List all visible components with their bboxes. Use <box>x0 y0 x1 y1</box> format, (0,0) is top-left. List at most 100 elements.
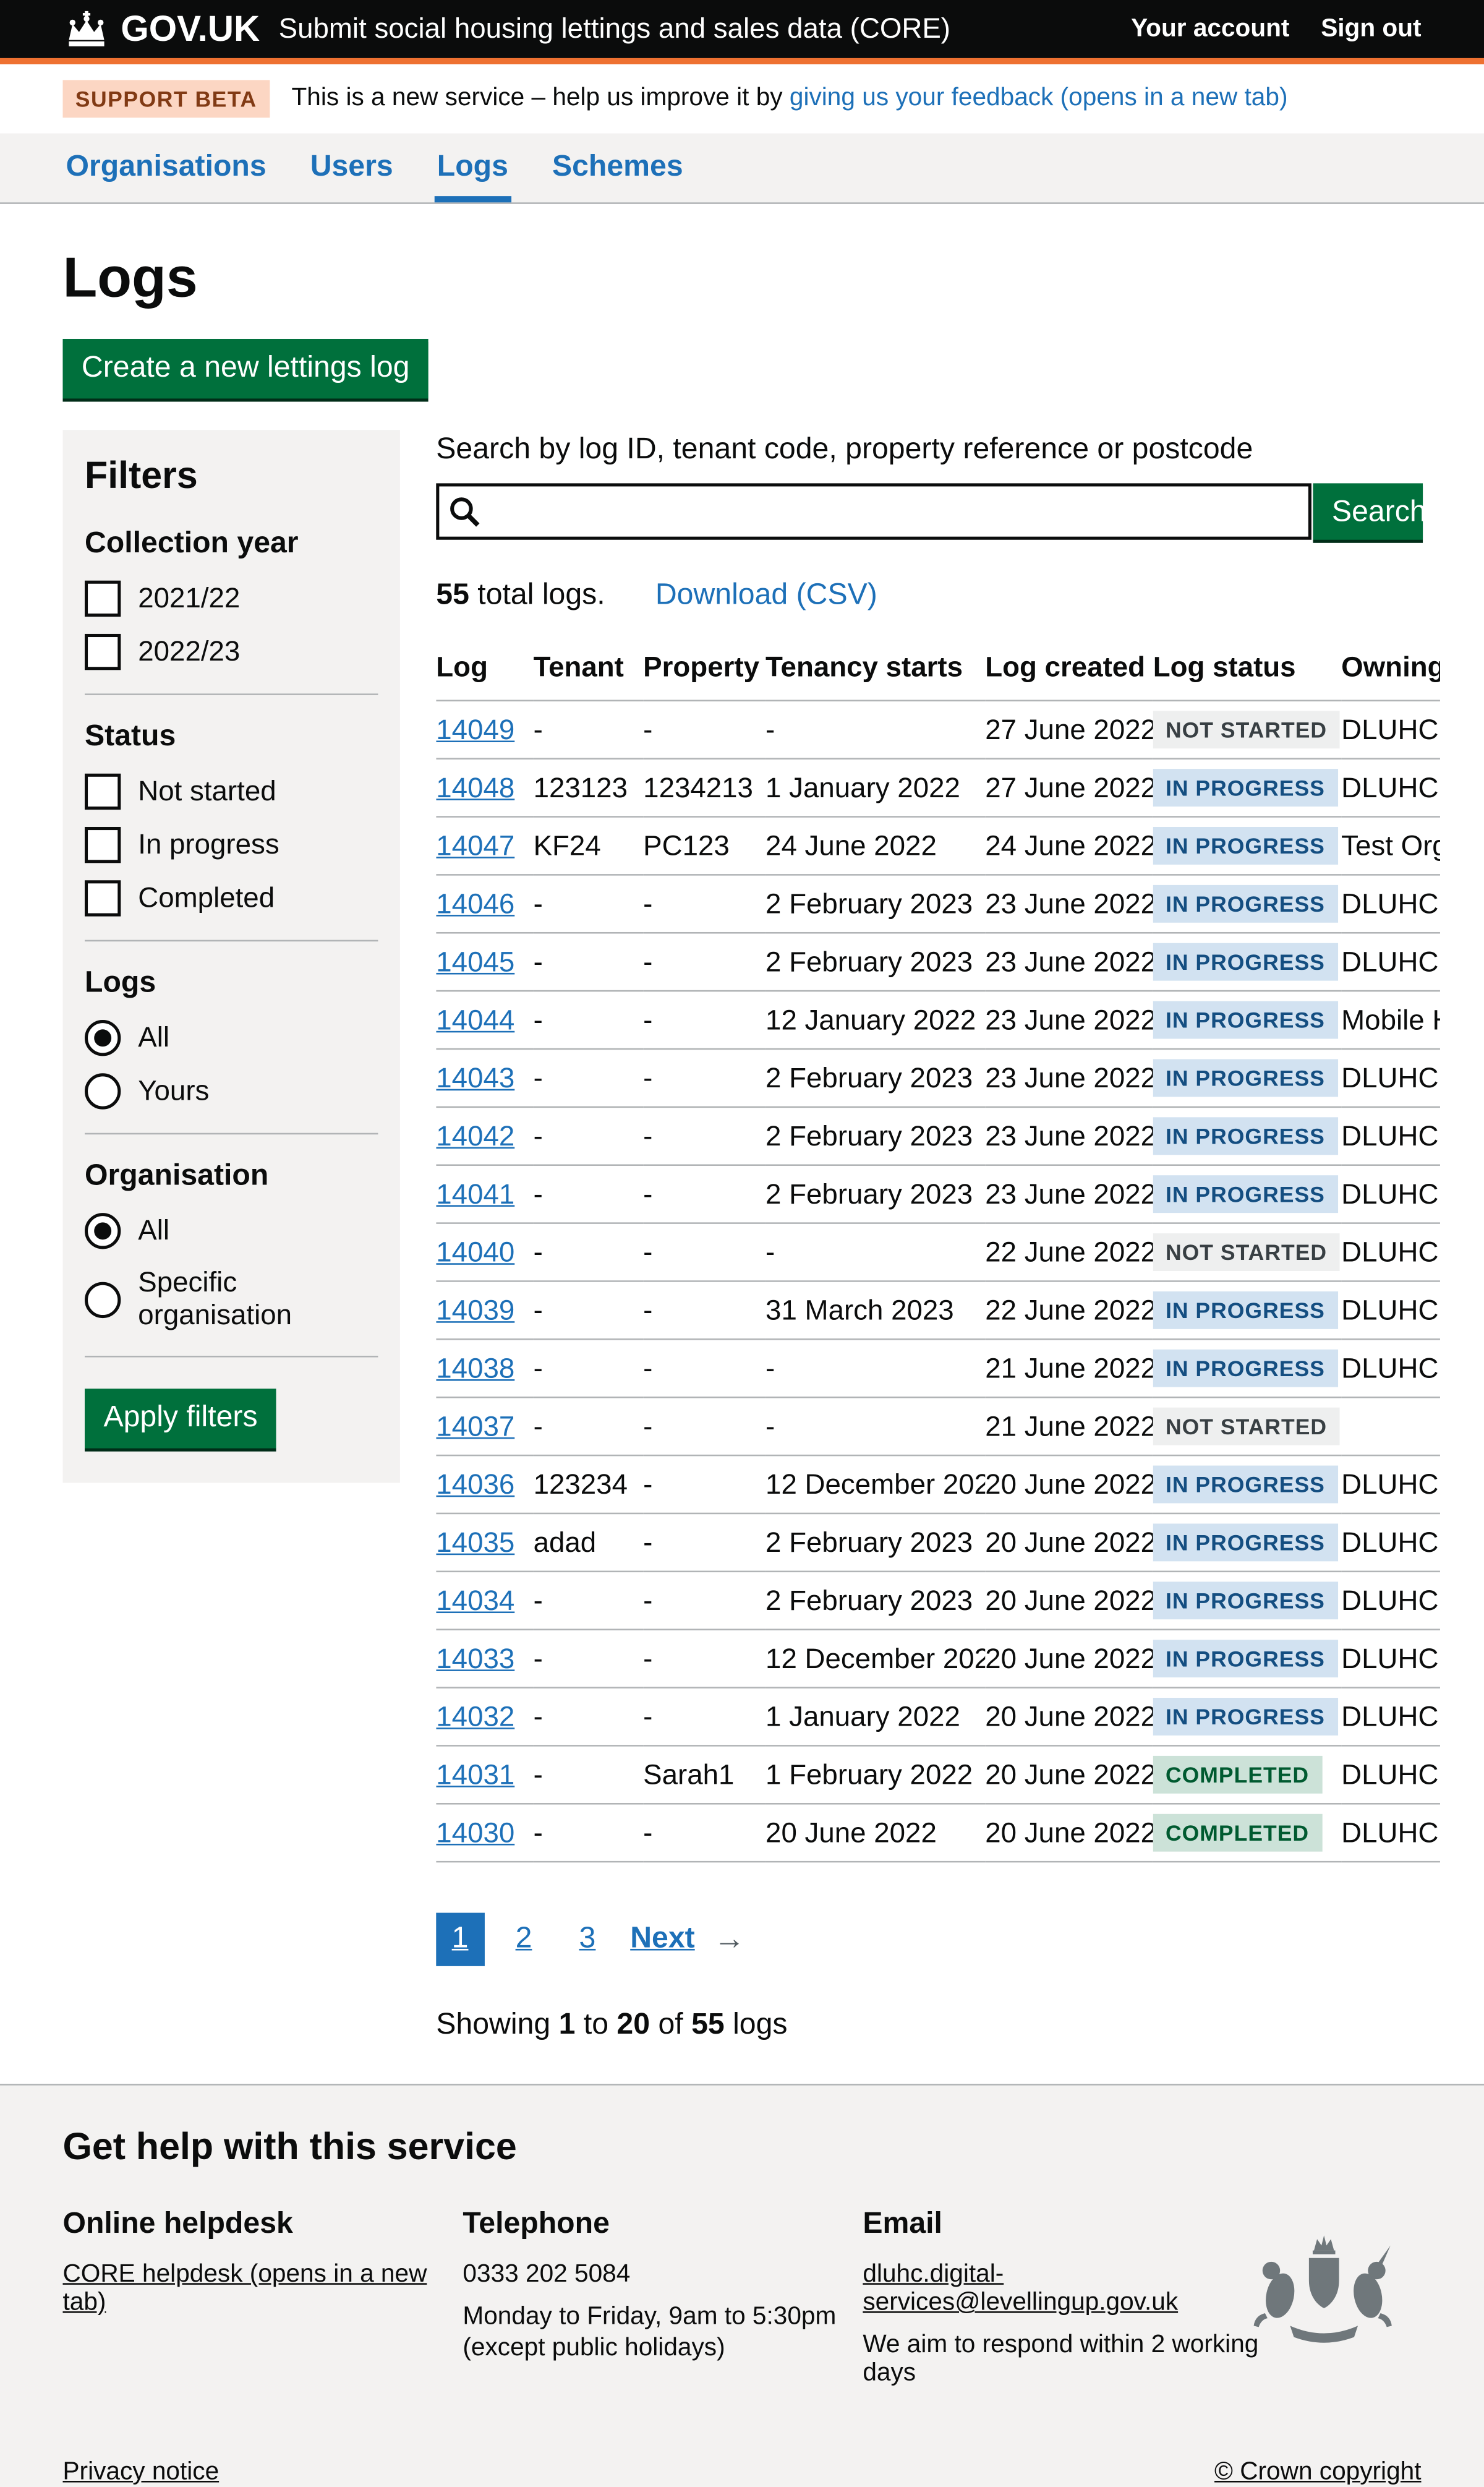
tab-users[interactable]: Users <box>307 134 396 203</box>
log-link[interactable]: 14037 <box>436 1410 514 1441</box>
telephone-note: (except public holidays) <box>463 2335 863 2363</box>
log-link[interactable]: 14032 <box>436 1700 514 1732</box>
cell-tenancy-starts: 2 February 2023 <box>765 1107 985 1165</box>
log-link[interactable]: 14035 <box>436 1526 514 1557</box>
log-link[interactable]: 14042 <box>436 1119 514 1151</box>
cell-tenancy-starts: 12 December 2021 <box>765 1630 985 1688</box>
checkbox-control[interactable] <box>85 581 121 617</box>
checkbox-status-completed[interactable]: Completed <box>85 880 378 916</box>
option-label: All <box>138 1022 169 1055</box>
phase-banner-text: This is a new service – help us improve … <box>291 85 1287 113</box>
checkbox-status-in-progress[interactable]: In progress <box>85 827 378 863</box>
feedback-link[interactable]: giving us your feedback (opens in a new … <box>790 85 1288 111</box>
pagination-page-1[interactable]: 1 <box>436 1913 484 1966</box>
cell-log-created: 27 June 2022 <box>985 759 1153 817</box>
pagination-page-3[interactable]: 3 <box>563 1913 612 1966</box>
log-link[interactable]: 14036 <box>436 1468 514 1499</box>
beta-tag: SUPPORT BETA <box>62 80 269 118</box>
tab-schemes[interactable]: Schemes <box>549 134 686 203</box>
log-link[interactable]: 14043 <box>436 1061 514 1093</box>
privacy-notice-link[interactable]: Privacy notice <box>62 2459 219 2487</box>
status-badge: IN PROGRESS <box>1153 1117 1337 1155</box>
log-link[interactable]: 14040 <box>436 1236 514 1267</box>
radio-organisation-specific-organisation[interactable]: Specific organisation <box>85 1266 378 1332</box>
column-header-log-created: Log created <box>985 639 1153 701</box>
radio-control[interactable] <box>85 1281 121 1317</box>
govuk-logo[interactable]: GOV.UK <box>62 8 260 50</box>
pagination-pages: 123 <box>436 1913 611 1966</box>
radio-control[interactable] <box>85 1213 121 1249</box>
table-row: 14046--2 February 202323 June 2022IN PRO… <box>436 875 1440 933</box>
download-csv-link[interactable]: Download (CSV) <box>655 579 877 612</box>
radio-organisation-all[interactable]: All <box>85 1213 378 1249</box>
main-content: Logs Create a new lettings log Filters C… <box>0 245 1484 2043</box>
log-link[interactable]: 14038 <box>436 1352 514 1384</box>
radio-logs-yours[interactable]: Yours <box>85 1073 378 1109</box>
checkbox-collection-year-2022-23[interactable]: 2022/23 <box>85 634 378 670</box>
log-link[interactable]: 14045 <box>436 946 514 977</box>
cell-log-created: 20 June 2022 <box>985 1804 1153 1862</box>
create-lettings-log-button[interactable]: Create a new lettings log <box>62 339 428 398</box>
search-button[interactable]: Search <box>1313 483 1423 539</box>
status-badge: IN PROGRESS <box>1153 943 1337 981</box>
next-arrow-icon: → <box>714 1922 745 1958</box>
log-link[interactable]: 14034 <box>436 1584 514 1616</box>
option-label: In progress <box>138 829 279 862</box>
checkbox-control[interactable] <box>85 880 121 916</box>
sign-out-link[interactable]: Sign out <box>1321 15 1421 43</box>
apply-filters-button[interactable]: Apply filters <box>85 1389 276 1448</box>
checkbox-collection-year-2021-22[interactable]: 2021/22 <box>85 581 378 617</box>
log-link[interactable]: 14031 <box>436 1758 514 1790</box>
search-input[interactable] <box>436 483 1311 539</box>
cell-property: - <box>643 1223 765 1282</box>
status-badge: IN PROGRESS <box>1153 1582 1337 1619</box>
cell-log-created: 23 June 2022 <box>985 1049 1153 1107</box>
email-heading: Email <box>863 2208 1271 2243</box>
cell-tenant: - <box>534 1397 644 1455</box>
cell-owning-organisation: DLUHC <box>1341 701 1440 759</box>
log-link[interactable]: 14047 <box>436 829 514 861</box>
your-account-link[interactable]: Your account <box>1131 15 1289 43</box>
checkbox-status-not-started[interactable]: Not started <box>85 774 378 810</box>
log-link[interactable]: 14046 <box>436 888 514 919</box>
email-link[interactable]: dluhc.digital-services@levellingup.gov.u… <box>863 2261 1271 2318</box>
footer-heading: Get help with this service <box>62 2126 1421 2170</box>
log-link[interactable]: 14048 <box>436 771 514 803</box>
filter-group-logs: LogsAllYours <box>85 967 378 1110</box>
filter-group-label: Collection year <box>85 527 378 562</box>
checkbox-control[interactable] <box>85 827 121 863</box>
status-badge: IN PROGRESS <box>1153 827 1337 865</box>
cell-tenancy-starts: 1 January 2022 <box>765 759 985 817</box>
checkbox-control[interactable] <box>85 774 121 810</box>
log-link[interactable]: 14041 <box>436 1178 514 1209</box>
filter-groups: Collection year2021/222022/23StatusNot s… <box>85 527 378 1357</box>
cell-tenant: - <box>534 1107 644 1165</box>
cell-log-created: 20 June 2022 <box>985 1630 1153 1688</box>
table-row: 1404812312312342131 January 202227 June … <box>436 759 1440 817</box>
email-note: We aim to respond within 2 working days <box>863 2332 1271 2388</box>
tab-logs[interactable]: Logs <box>434 134 511 203</box>
log-link[interactable]: 14033 <box>436 1642 514 1674</box>
radio-control[interactable] <box>85 1020 121 1056</box>
pagination-page-2[interactable]: 2 <box>500 1913 548 1966</box>
crown-copyright-link[interactable]: © Crown copyright <box>1214 2459 1421 2487</box>
filter-group-organisation: OrganisationAllSpecific organisation <box>85 1160 378 1332</box>
radio-control[interactable] <box>85 1073 121 1109</box>
core-helpdesk-link[interactable]: CORE helpdesk (opens in a new tab) <box>62 2261 427 2316</box>
status-badge: NOT STARTED <box>1153 711 1340 748</box>
log-link[interactable]: 14049 <box>436 713 514 745</box>
radio-logs-all[interactable]: All <box>85 1020 378 1056</box>
pagination-next[interactable]: Next <box>627 1913 698 1966</box>
cell-log-created: 20 June 2022 <box>985 1572 1153 1630</box>
log-link[interactable]: 14044 <box>436 1003 514 1035</box>
cell-owning-organisation: DLUHC Tes <box>1341 875 1440 933</box>
service-name[interactable]: Submit social housing lettings and sales… <box>279 12 1131 45</box>
showing-mid1: to <box>575 2008 616 2041</box>
log-link[interactable]: 14039 <box>436 1294 514 1325</box>
log-link[interactable]: 14030 <box>436 1817 514 1848</box>
status-badge: IN PROGRESS <box>1153 885 1337 923</box>
checkbox-control[interactable] <box>85 634 121 670</box>
option-label: Yours <box>138 1075 209 1108</box>
results-column: Search by log ID, tenant code, property … <box>436 430 1440 2043</box>
tab-organisations[interactable]: Organisations <box>62 134 269 203</box>
